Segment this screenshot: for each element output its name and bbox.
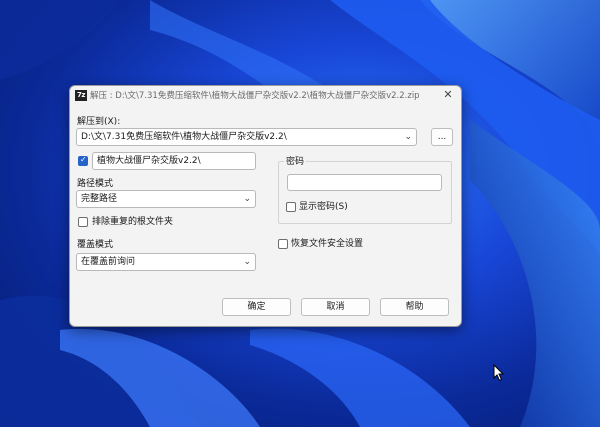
extract-to-label: 解压到(X): — [77, 117, 121, 127]
dialog-title: 解压 : D:\文\7.31免费压缩软件\植物大战僵尸杂交版v2.2\植物大战僵… — [90, 91, 420, 101]
extract-path-value: D:\文\7.31免费压缩软件\植物大战僵尸杂交版v2.2\ — [81, 132, 287, 142]
close-icon[interactable]: ✕ — [441, 88, 455, 102]
extract-path-combobox[interactable]: D:\文\7.31免费压缩软件\植物大战僵尸杂交版v2.2\ ⌄ — [76, 128, 417, 146]
7zip-app-icon: 7z — [75, 90, 87, 101]
subfolder-name-value: 植物大战僵尸杂交版v2.2\ — [97, 156, 201, 166]
path-mode-value: 完整路径 — [81, 194, 118, 204]
extract-dialog: 7z 解压 : D:\文\7.31免费压缩软件\植物大战僵尸杂交版v2.2\植物… — [69, 85, 462, 327]
chevron-down-icon[interactable]: ⌄ — [243, 191, 251, 207]
overwrite-mode-label: 覆盖模式 — [77, 240, 114, 250]
path-mode-label: 路径模式 — [77, 179, 114, 189]
chevron-down-icon[interactable]: ⌄ — [404, 129, 412, 145]
title-bar[interactable]: 7z 解压 : D:\文\7.31免费压缩软件\植物大战僵尸杂交版v2.2\植物… — [70, 86, 461, 106]
help-button[interactable]: 帮助 — [380, 298, 449, 316]
restore-security-checkbox[interactable] — [278, 239, 288, 249]
ok-button[interactable]: 确定 — [222, 298, 291, 316]
show-password-checkbox[interactable] — [286, 202, 296, 212]
subfolder-name-field[interactable]: 植物大战僵尸杂交版v2.2\ — [92, 152, 256, 170]
chevron-down-icon[interactable]: ⌄ — [243, 254, 251, 270]
browse-button[interactable]: ... — [431, 128, 453, 146]
path-mode-select[interactable]: 完整路径 ⌄ — [76, 190, 256, 208]
password-group-label: 密码 — [284, 156, 307, 168]
show-password-label[interactable]: 显示密码(S) — [299, 201, 348, 213]
eliminate-duplicates-label[interactable]: 排除重复的根文件夹 — [92, 216, 173, 228]
eliminate-duplicates-checkbox[interactable] — [78, 217, 88, 227]
overwrite-mode-select[interactable]: 在覆盖前询问 ⌄ — [76, 253, 256, 271]
password-input[interactable] — [287, 174, 442, 191]
cancel-button[interactable]: 取消 — [301, 298, 370, 316]
restore-security-label[interactable]: 恢复文件安全设置 — [291, 238, 363, 250]
password-group — [278, 161, 452, 224]
subfolder-checkbox[interactable] — [78, 155, 88, 166]
mouse-cursor-icon — [493, 364, 505, 382]
overwrite-mode-value: 在覆盖前询问 — [81, 257, 136, 267]
